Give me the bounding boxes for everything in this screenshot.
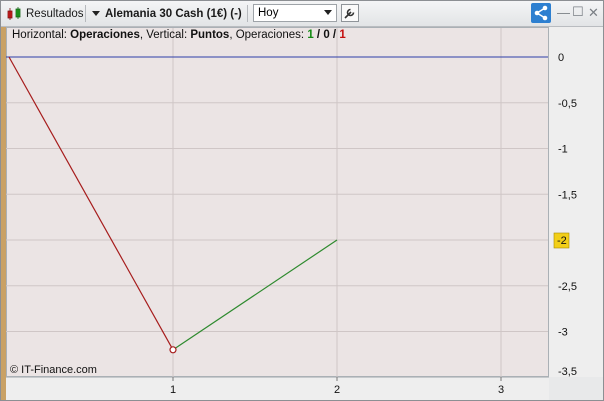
- y-tick-label: -2,5: [558, 281, 577, 293]
- y-tick-label: -3: [558, 327, 568, 339]
- y-tick-label: -1: [558, 144, 568, 156]
- legend-ops-sep: /: [329, 29, 340, 41]
- y-tick-label: 0: [558, 52, 564, 64]
- y-tick-label: -0,5: [558, 98, 577, 110]
- y-tick-label: -3,5: [558, 366, 577, 378]
- results-window: Resultados Alemania 30 Cash (1€) (-) Hoy: [0, 0, 604, 401]
- legend-ops-loss: 1: [339, 29, 346, 41]
- loss-segment: [8, 56, 174, 351]
- data-point-marker: [169, 346, 177, 354]
- legend-vertical-value: Puntos: [190, 29, 230, 41]
- x-tick-label: 1: [170, 384, 176, 396]
- x-tick-label: 3: [498, 384, 504, 396]
- gain-segment: [172, 239, 338, 351]
- x-tick-label: 2: [334, 384, 340, 396]
- legend-horizontal-value: Operaciones: [70, 29, 140, 41]
- copyright-label: © IT-Finance.com: [10, 364, 97, 376]
- legend-vertical-prefix: , Vertical:: [139, 29, 191, 41]
- legend-horizontal-prefix: Horizontal:: [12, 29, 71, 41]
- legend-ops-prefix: , Operaciones:: [229, 29, 308, 41]
- chart-svg: 0 -0,5 -1 -1,5 -2,5 -3 -3,5 -2 1 2 3: [6, 28, 577, 396]
- last-value-label: -2: [557, 235, 567, 247]
- legend-ops-sep: /: [313, 29, 324, 41]
- y-tick-label: -1,5: [558, 189, 577, 201]
- chart-legend: Horizontal: Operaciones, Vertical: Punto…: [12, 29, 346, 41]
